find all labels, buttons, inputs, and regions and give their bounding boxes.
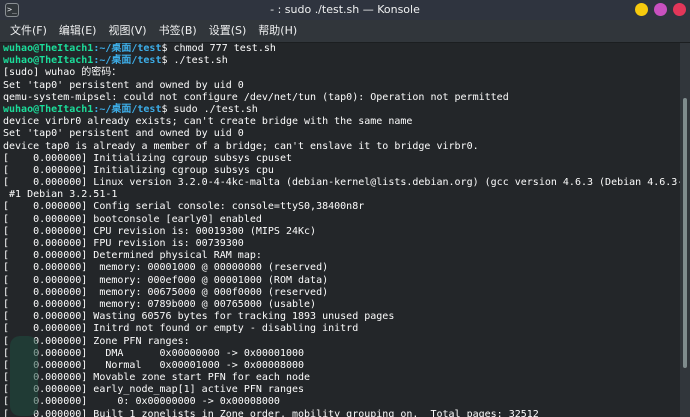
line-text: [ 0.000000] early_node_map[1] active PFN… — [3, 384, 305, 396]
terminal-line: [ 0.000000] early_node_map[1] active PFN… — [3, 384, 680, 396]
prompt-path: :~/桌面/test — [93, 55, 162, 67]
window-title: - : sudo ./test.sh — Konsole — [270, 3, 420, 16]
terminal-line: [ 0.000000] bootconsole [early0] enabled — [3, 214, 680, 226]
terminal-app-icon[interactable]: >_ — [5, 3, 19, 17]
terminal-line: [ 0.000000] memory: 00675000 @ 000f0000 … — [3, 287, 680, 299]
terminal-line: [ 0.000000] Wasting 60576 bytes for trac… — [3, 311, 680, 323]
terminal-line: device tap0 is already a member of a bri… — [3, 141, 680, 153]
line-text: [ 0.000000] Determined physical RAM map: — [3, 250, 262, 262]
line-text: device tap0 is already a member of a bri… — [3, 140, 479, 152]
line-text: [ 0.000000] bootconsole [early0] enabled — [3, 213, 262, 225]
line-text: [ 0.000000] memory: 0789b000 @ 00765000 … — [3, 298, 317, 310]
menu-bar: 文件(F) 编辑(E) 视图(V) 书签(B) 设置(S) 帮助(H) — [0, 20, 690, 43]
menu-view[interactable]: 视图(V) — [102, 20, 152, 42]
line-text: [ 0.000000] Normal 0x00001000 -> 0x00008… — [3, 359, 305, 371]
line-text: [sudo] wuhao 的密码： — [3, 67, 122, 79]
prompt-path: :~/桌面/test — [93, 43, 162, 54]
line-text: [ 0.000000] Initializing cgroup subsys c… — [3, 152, 292, 164]
terminal-line: [ 0.000000] Initializing cgroup subsys c… — [3, 165, 680, 177]
line-text: [ 0.000000] memory: 000ef000 @ 00001000 … — [3, 274, 329, 286]
line-text: [ 0.000000] Built 1 zonelists in Zone or… — [3, 408, 539, 417]
line-text: [ 0.000000] memory: 00675000 @ 000f0000 … — [3, 286, 329, 298]
maximize-button[interactable] — [654, 3, 667, 16]
minimize-button[interactable] — [635, 3, 648, 16]
prompt-user-host: wuhao@TheItach1 — [3, 103, 94, 115]
scrollbar-thumb[interactable] — [683, 98, 687, 368]
line-text: qemu-system-mipsel: could not configure … — [3, 91, 509, 103]
line-text: [ 0.000000] Movable zone start PFN for e… — [3, 372, 311, 384]
line-text: [ 0.000000] Config serial console: conso… — [3, 201, 365, 213]
konsole-window: >_ - : sudo ./test.sh — Konsole 文件(F) 编辑… — [0, 0, 690, 417]
terminal-line: [ 0.000000] Initializing cgroup subsys c… — [3, 153, 680, 165]
terminal-line: [ 0.000000] CPU revision is: 00019300 (M… — [3, 226, 680, 238]
terminal-line: [ 0.000000] Linux version 3.2.0-4-4kc-ma… — [3, 177, 680, 189]
terminal-line: [ 0.000000] Normal 0x00001000 -> 0x00008… — [3, 360, 680, 372]
terminal-line: [ 0.000000] Determined physical RAM map: — [3, 250, 680, 262]
line-text: Set 'tap0' persistent and owned by uid 0 — [3, 79, 244, 91]
terminal-line: [ 0.000000] memory: 000ef000 @ 00001000 … — [3, 275, 680, 287]
terminal-line: wuhao@TheItach1:~/桌面/test$ ./test.sh — [3, 55, 680, 67]
line-text: [ 0.000000] FPU revision is: 00739300 — [3, 238, 244, 249]
prompt-user-host: wuhao@TheItach1 — [3, 55, 94, 67]
prompt-path: :~/桌面/test — [93, 103, 162, 115]
terminal-line: qemu-system-mipsel: could not configure … — [3, 92, 680, 104]
overlay-watermark-shape — [10, 336, 38, 416]
line-text: [ 0.000000] CPU revision is: 00019300 (M… — [3, 225, 317, 237]
terminal-line: [ 0.000000] 0: 0x00000000 -> 0x00008000 — [3, 396, 680, 408]
window-controls — [635, 3, 686, 16]
terminal-scrollbar[interactable] — [680, 43, 690, 417]
title-bar[interactable]: >_ - : sudo ./test.sh — Konsole — [0, 0, 690, 20]
terminal-line: wuhao@TheItach1:~/桌面/test$ sudo ./test.s… — [3, 104, 680, 116]
line-text: [ 0.000000] 0: 0x00000000 -> 0x00008000 — [3, 396, 280, 408]
terminal-line: [ 0.000000] memory: 0789b000 @ 00765000 … — [3, 299, 680, 311]
line-text: $ chmod 777 test.sh — [161, 43, 276, 54]
line-text: [ 0.000000] Initializing cgroup subsys c… — [3, 164, 274, 176]
menu-edit[interactable]: 编辑(E) — [53, 20, 103, 42]
line-text: [ 0.000000] Linux version 3.2.0-4-4kc-ma… — [3, 177, 680, 189]
line-text: $ ./test.sh — [161, 55, 228, 67]
terminal-line: [ 0.000000] memory: 00001000 @ 00000000 … — [3, 262, 680, 274]
line-text: Set 'tap0' persistent and owned by uid 0 — [3, 128, 244, 140]
terminal-line: [ 0.000000] Built 1 zonelists in Zone or… — [3, 409, 680, 417]
line-text: [ 0.000000] memory: 00001000 @ 00000000 … — [3, 262, 329, 274]
line-text: device virbr0 already exists; can't crea… — [3, 116, 413, 128]
terminal-line: [ 0.000000] Movable zone start PFN for e… — [3, 372, 680, 384]
line-text: [ 0.000000] Wasting 60576 bytes for trac… — [3, 311, 395, 323]
terminal-line: [ 0.000000] Initrd not found or empty - … — [3, 323, 680, 335]
terminal-line: [ 0.000000] FPU revision is: 00739300 — [3, 238, 680, 250]
terminal-line: [ 0.000000] Config serial console: conso… — [3, 201, 680, 213]
menu-file[interactable]: 文件(F) — [4, 20, 53, 42]
menu-help[interactable]: 帮助(H) — [252, 20, 303, 42]
terminal-line: Set 'tap0' persistent and owned by uid 0 — [3, 80, 680, 92]
terminal-line: Set 'tap0' persistent and owned by uid 0 — [3, 128, 680, 140]
prompt-user-host: wuhao@TheItach1 — [3, 43, 94, 54]
terminal-line: wuhao@TheItach1:~/桌面/test$ chmod 777 tes… — [3, 43, 680, 55]
terminal-output[interactable]: wuhao@TheItach1:~/桌面/test$ chmod 777 tes… — [0, 43, 680, 417]
close-button[interactable] — [673, 3, 686, 16]
terminal-line: [ 0.000000] Zone PFN ranges: — [3, 336, 680, 348]
terminal-line: [ 0.000000] DMA 0x00000000 -> 0x00001000 — [3, 348, 680, 360]
line-text: [ 0.000000] DMA 0x00000000 -> 0x00001000 — [3, 347, 305, 359]
terminal-line: #1 Debian 3.2.51-1 — [3, 189, 680, 201]
line-text: $ sudo ./test.sh — [161, 103, 258, 115]
menu-bookmarks[interactable]: 书签(B) — [153, 20, 203, 42]
menu-settings[interactable]: 设置(S) — [203, 20, 253, 42]
line-text: [ 0.000000] Initrd not found or empty - … — [3, 323, 359, 335]
line-text: #1 Debian 3.2.51-1 — [3, 189, 118, 201]
terminal-line: [sudo] wuhao 的密码： — [3, 67, 680, 79]
terminal-line: device virbr0 already exists; can't crea… — [3, 116, 680, 128]
